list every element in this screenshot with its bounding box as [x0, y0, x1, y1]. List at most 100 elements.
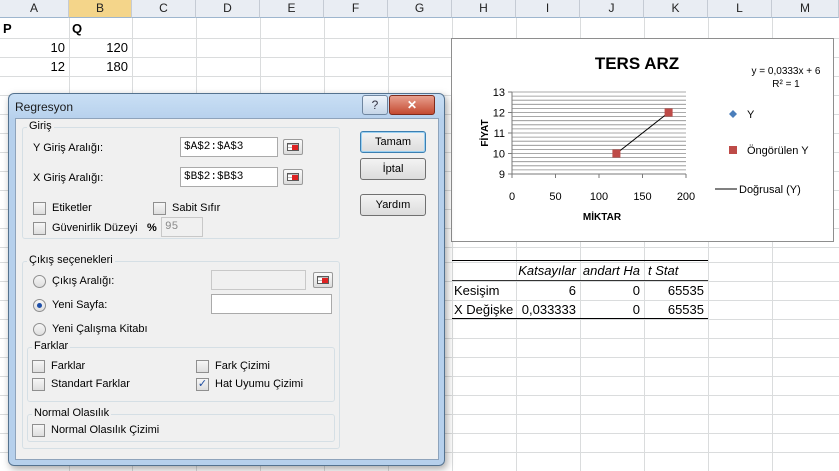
range-select-icon[interactable] [313, 272, 333, 288]
cell-b1[interactable]: Q [72, 19, 130, 38]
cell-a1[interactable]: P [3, 19, 63, 38]
residual-plots-checkbox[interactable] [196, 360, 209, 373]
line-fit-checkbox[interactable]: ✓ [196, 378, 209, 391]
x-tick-label: 0 [509, 191, 515, 203]
x-range-label: X Giriş Aralığı: [33, 172, 104, 184]
dialog-body: Giriş Y Giriş Aralığı: $A$2:$A$3 X Giriş… [15, 118, 439, 460]
data-point-predicted [612, 149, 621, 158]
y-tick-label: 13 [493, 87, 505, 99]
col-header-i[interactable]: I [516, 0, 580, 18]
input-group-label: Giriş [27, 120, 54, 132]
help-icon[interactable]: ? [362, 95, 388, 115]
results-header[interactable]: t Stat [648, 261, 706, 280]
range-select-icon[interactable] [283, 139, 303, 155]
y-tick-label: 10 [493, 149, 505, 161]
results-cell[interactable]: 6 [516, 281, 580, 300]
legend-marker-predicted [729, 146, 737, 154]
cell-a3[interactable]: 12 [0, 57, 69, 76]
confidence-label: Güvenirlik Düzeyi [52, 222, 138, 234]
ok-button[interactable]: Tamam [360, 131, 426, 153]
col-header-h[interactable]: H [452, 0, 516, 18]
results-row-label[interactable]: X Değişke [454, 300, 516, 319]
x-range-input[interactable]: $B$2:$B$3 [180, 167, 278, 187]
chart-canvas: TERS ARZ 9 10 11 12 13 0 50 100 150 200 MİKTAR FİYAT… [478, 54, 821, 223]
range-select-icon[interactable] [283, 169, 303, 185]
normal-plot-label: Normal Olasılık Çizimi [51, 424, 160, 436]
new-sheet-label: Yeni Sayfa: [52, 299, 108, 311]
regression-dialog: Regresyon ? ✕ Giriş Y Giriş Aralığı: $A$… [8, 93, 445, 466]
line-fit-label: Hat Uyumu Çizimi [215, 378, 304, 390]
col-header-j[interactable]: J [580, 0, 644, 18]
regression-chart[interactable]: TERS ARZ 9 10 11 12 13 0 50 100 150 200 MİKTAR FİYAT… [451, 38, 834, 242]
labels-checkbox[interactable] [33, 202, 46, 215]
x-tick-label: 200 [677, 191, 695, 203]
new-workbook-radio[interactable] [33, 323, 46, 336]
col-header-m[interactable]: M [772, 0, 839, 18]
trend-equation: y = 0,0333x + 6 [752, 66, 821, 77]
y-tick-label: 12 [493, 108, 505, 120]
table-bottom-border [452, 318, 708, 319]
legend-label-y: Y [747, 109, 755, 121]
standard-residuals-label: Standart Farklar [51, 378, 130, 390]
col-header-f[interactable]: F [324, 0, 388, 18]
standard-residuals-checkbox[interactable] [32, 378, 45, 391]
output-range-input[interactable] [211, 270, 306, 290]
y-range-label: Y Giriş Aralığı: [33, 142, 104, 154]
col-header-c[interactable]: C [132, 0, 196, 18]
results-cell[interactable]: 65535 [644, 300, 708, 319]
legend-label-predicted: Öngörülen Y [747, 145, 809, 157]
col-header-b[interactable]: B [69, 0, 132, 18]
close-icon[interactable]: ✕ [389, 95, 435, 115]
r-squared: R² = 1 [772, 79, 800, 90]
input-group: Giriş Y Giriş Aralığı: $A$2:$A$3 X Giriş… [22, 120, 340, 239]
results-cell[interactable]: 0 [580, 300, 644, 319]
constant-zero-checkbox[interactable] [153, 202, 166, 215]
col-header-e[interactable]: E [260, 0, 324, 18]
constant-zero-label: Sabit Sıfır [172, 202, 221, 214]
residuals-label: Farklar [51, 360, 86, 372]
results-cell[interactable]: 0,033333 [516, 300, 580, 319]
residuals-checkbox[interactable] [32, 360, 45, 373]
new-sheet-radio[interactable] [33, 299, 46, 312]
dialog-title: Regresyon [15, 100, 74, 114]
col-header-d[interactable]: D [196, 0, 260, 18]
col-header-g[interactable]: G [388, 0, 452, 18]
legend-marker-y [729, 110, 737, 118]
output-group: Çıkış seçenekleri Çıkış Aralığı: Yeni Sa… [22, 254, 340, 449]
y-tick-label: 9 [499, 169, 505, 181]
new-sheet-input[interactable] [211, 294, 332, 314]
col-header-l[interactable]: L [708, 0, 772, 18]
results-cell[interactable]: 65535 [644, 281, 708, 300]
data-point-predicted [664, 108, 673, 117]
results-header[interactable]: andart Ha [580, 261, 644, 280]
cell-b3[interactable]: 180 [69, 57, 132, 76]
y-tick-label: 11 [494, 128, 505, 140]
x-tick-label: 150 [633, 191, 651, 203]
confidence-checkbox[interactable] [33, 222, 46, 235]
residuals-group-label: Farklar [32, 340, 71, 352]
chart-title: TERS ARZ [595, 54, 679, 73]
cancel-button[interactable]: İptal [360, 158, 426, 180]
x-tick-label: 50 [549, 191, 561, 203]
cell-b2[interactable]: 120 [69, 38, 132, 57]
normal-plot-checkbox[interactable] [32, 424, 45, 437]
help-button[interactable]: Yardım [360, 194, 426, 216]
normal-probability-group: Normal Olasılık Normal Olasılık Çizimi [27, 407, 335, 442]
results-cell[interactable]: 0 [580, 281, 644, 300]
col-header-a[interactable]: A [0, 0, 69, 18]
results-header[interactable]: Katsayılar [516, 261, 580, 280]
output-range-label: Çıkış Aralığı: [52, 275, 115, 287]
results-row-label[interactable]: Kesişim [454, 281, 516, 300]
new-workbook-label: Yeni Çalışma Kitabı [52, 323, 148, 335]
labels-label: Etiketler [52, 202, 92, 214]
output-group-label: Çıkış seçenekleri [27, 254, 115, 266]
legend-label-trendline: Doğrusal (Y) [739, 184, 801, 196]
output-range-radio[interactable] [33, 275, 46, 288]
cell-a2[interactable]: 10 [0, 38, 69, 57]
residuals-group: Farklar Farklar Fark Çizimi Standart Far… [27, 340, 335, 402]
x-axis-label: MİKTAR [583, 210, 622, 223]
confidence-input[interactable]: 95 [161, 217, 203, 237]
col-header-k[interactable]: K [644, 0, 708, 18]
y-axis-label: FİYAT [478, 119, 491, 146]
y-range-input[interactable]: $A$2:$A$3 [180, 137, 278, 157]
